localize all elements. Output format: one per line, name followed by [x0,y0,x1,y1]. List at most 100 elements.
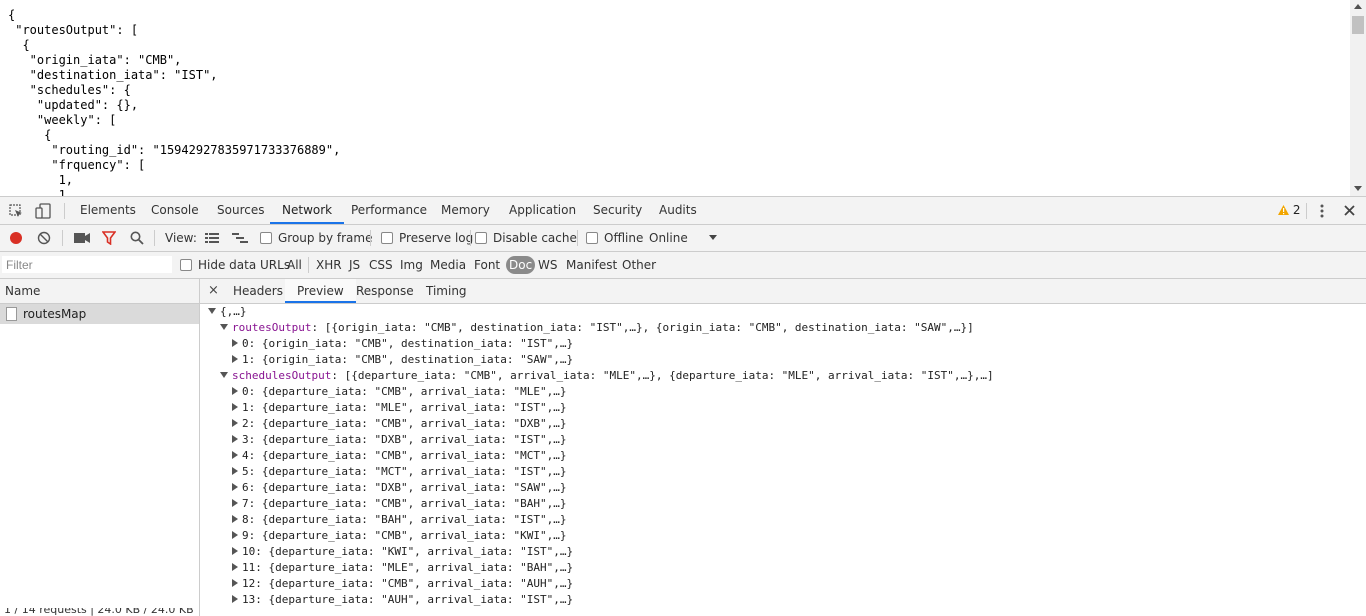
tab-audits[interactable]: Audits [659,197,697,224]
tree-root[interactable]: {,…} [208,304,247,320]
filter-type-font[interactable]: Font [474,252,500,278]
filter-type-xhr[interactable]: XHR [316,252,342,278]
tree-node-schedule-item[interactable]: 12: {departure_iata: "CMB", arrival_iata… [232,576,573,592]
filter-type-all[interactable]: All [287,252,302,278]
tab-performance[interactable]: Performance [351,197,427,224]
expanded-triangle-icon [208,308,216,314]
tree-node-schedule-item[interactable]: 8: {departure_iata: "BAH", arrival_iata:… [232,512,567,528]
request-row[interactable]: routesMap [0,304,199,324]
scroll-up-icon[interactable] [1354,4,1362,9]
filter-icon[interactable] [102,231,116,245]
search-icon[interactable] [130,231,144,245]
group-by-frame-checkbox[interactable] [260,232,272,244]
hide-data-urls-checkbox[interactable] [180,259,192,271]
filter-input[interactable] [2,256,172,273]
filter-type-js[interactable]: JS [349,252,360,278]
tree-node-route-item[interactable]: 0: {origin_iata: "CMB", destination_iata… [232,336,573,352]
filter-type-ws[interactable]: WS [538,252,557,278]
tree-node-schedule-item[interactable]: 5: {departure_iata: "MCT", arrival_iata:… [232,464,567,480]
filter-type-doc[interactable]: Doc [506,256,536,274]
tree-node-schedules[interactable]: schedulesOutput: [{departure_iata: "CMB"… [220,368,994,384]
detail-tabbar: × Headers Preview Response Timing [200,279,1366,304]
tree-node-schedule-item[interactable]: 6: {departure_iata: "DXB", arrival_iata:… [232,480,567,496]
collapsed-triangle-icon [232,467,238,475]
filter-type-manifest[interactable]: Manifest [566,252,617,278]
devtools-tabbar: Elements Console Sources Network Perform… [0,197,1366,225]
offline-checkbox[interactable] [586,232,598,244]
filter-bar: Hide data URLs All XHR JS CSS Img Media … [0,252,1366,279]
throttling-select[interactable]: Online [649,225,719,251]
tab-elements[interactable]: Elements [80,197,136,224]
filter-type-img[interactable]: Img [400,252,423,278]
chevron-down-icon [709,235,717,240]
collapsed-triangle-icon [232,419,238,427]
tree-node-schedule-item[interactable]: 2: {departure_iata: "CMB", arrival_iata:… [232,416,567,432]
close-detail-button[interactable]: × [208,279,219,303]
inspect-element-icon[interactable] [9,204,23,218]
name-column-header[interactable]: Name [0,279,200,304]
tree-node-schedule-item[interactable]: 3: {departure_iata: "DXB", arrival_iata:… [232,432,567,448]
collapsed-triangle-icon [232,483,238,491]
divider [154,230,155,246]
tab-preview[interactable]: Preview [285,279,356,303]
collapsed-triangle-icon [232,531,238,539]
expanded-triangle-icon [220,372,228,378]
tab-network[interactable]: Network [270,197,345,224]
tree-node-routes[interactable]: routesOutput: [{origin_iata: "CMB", dest… [220,320,974,336]
tab-console[interactable]: Console [151,197,199,224]
collapsed-triangle-icon [232,515,238,523]
waterfall-overview-icon[interactable] [232,233,248,244]
collapsed-triangle-icon [232,499,238,507]
tab-headers[interactable]: Headers [233,279,283,303]
tree-node-schedule-item[interactable]: 9: {departure_iata: "CMB", arrival_iata:… [232,528,567,544]
more-options-icon[interactable] [1319,204,1325,218]
tree-node-schedule-item[interactable]: 1: {departure_iata: "MLE", arrival_iata:… [232,400,567,416]
filter-type-other[interactable]: Other [622,252,656,278]
device-toolbar-icon[interactable] [35,203,51,219]
screenshot-camera-icon[interactable] [74,232,90,244]
collapsed-triangle-icon [232,387,238,395]
page-scrollbar[interactable] [1350,0,1366,196]
tree-node-schedule-item[interactable]: 10: {departure_iata: "KWI", arrival_iata… [232,544,573,560]
tree-node-schedule-item[interactable]: 7: {departure_iata: "CMB", arrival_iata:… [232,496,567,512]
preserve-log-checkbox[interactable] [381,232,393,244]
hide-data-urls-label: Hide data URLs [198,258,291,272]
collapsed-triangle-icon [232,579,238,587]
name-column-label: Name [5,284,41,298]
collapsed-triangle-icon [232,403,238,411]
devtools-panel: Elements Console Sources Network Perform… [0,196,1366,616]
filter-type-media[interactable]: Media [430,252,466,278]
tab-response[interactable]: Response [356,279,414,303]
scroll-down-icon[interactable] [1354,186,1362,191]
tab-application[interactable]: Application [509,197,576,224]
tree-node-schedule-item[interactable]: 4: {departure_iata: "CMB", arrival_iata:… [232,448,567,464]
tab-memory[interactable]: Memory [441,197,490,224]
tree-node-schedule-item[interactable]: 13: {departure_iata: "AUH", arrival_iata… [232,592,573,608]
preserve-log-label: Preserve log [399,231,474,245]
tab-timing[interactable]: Timing [426,279,467,303]
close-devtools-icon[interactable] [1344,205,1355,216]
offline-label: Offline [604,231,644,245]
document-icon [6,307,17,321]
tab-sources[interactable]: Sources [217,197,264,224]
warnings-indicator[interactable]: 2 [1278,197,1300,224]
tab-security[interactable]: Security [593,197,642,224]
filter-type-css[interactable]: CSS [369,252,393,278]
divider [62,230,63,246]
tree-node-schedule-item[interactable]: 11: {departure_iata: "MLE", arrival_iata… [232,560,573,576]
large-rows-icon[interactable] [205,233,219,244]
scrollbar-thumb[interactable] [1352,16,1364,34]
tree-node-schedule-item[interactable]: 0: {departure_iata: "CMB", arrival_iata:… [232,384,567,400]
divider [1306,203,1307,219]
tree-node-route-item[interactable]: 1: {origin_iata: "CMB", destination_iata… [232,352,573,368]
disable-cache-checkbox[interactable] [475,232,487,244]
collapsed-triangle-icon [232,339,238,347]
warning-icon [1278,205,1289,215]
collapsed-triangle-icon [232,547,238,555]
divider [64,203,65,219]
preview-tree: {,…} routesOutput: [{origin_iata: "CMB",… [200,304,1366,616]
record-icon[interactable] [9,231,23,245]
divider [577,230,578,246]
collapsed-triangle-icon [232,595,238,603]
clear-icon[interactable] [37,231,51,245]
